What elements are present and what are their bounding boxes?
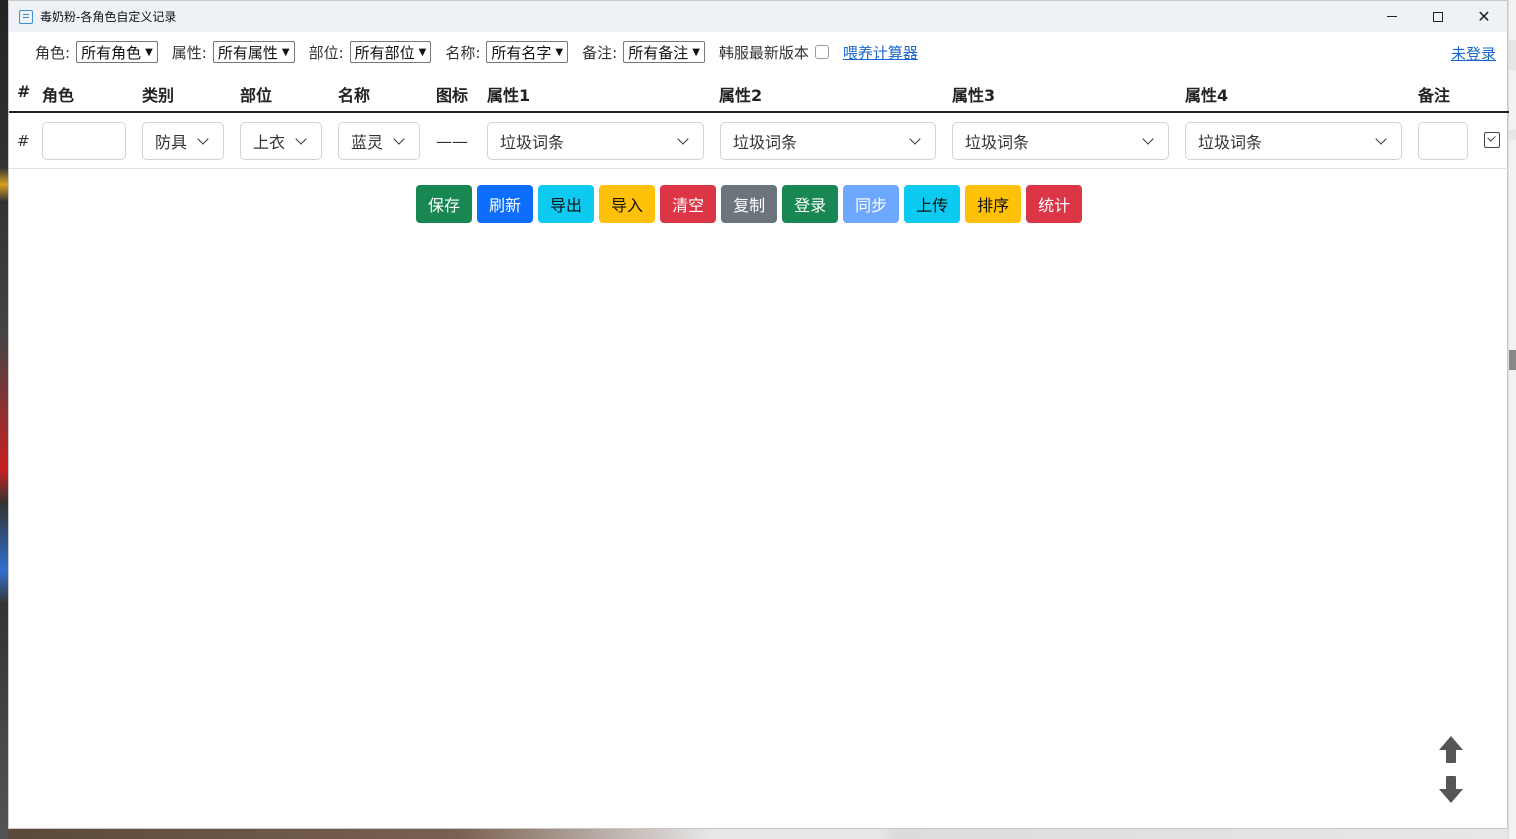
close-icon: ✕ (1477, 6, 1491, 26)
row-index: # (17, 132, 30, 150)
role-filter: 角色: 所有角色 ▼ (35, 41, 158, 63)
attr4-value: 垃圾词条 (1198, 133, 1263, 152)
sort-button[interactable]: 排序 (965, 185, 1022, 223)
notepad-icon (19, 9, 33, 24)
upload-button[interactable]: 上传 (904, 185, 961, 223)
header-attr3: 属性3 (952, 86, 996, 105)
chevron-down-icon: ▼ (692, 46, 700, 58)
action-buttons: 保存 刷新 导出 导入 清空 复制 登录 同步 上传 排序 统计 (416, 185, 1083, 223)
chevron-down-icon (909, 133, 921, 145)
login-button[interactable]: 登录 (782, 185, 839, 223)
icon-placeholder: —— (436, 132, 468, 151)
chevron-down-icon (295, 133, 307, 145)
row-save-icon[interactable] (1484, 132, 1500, 148)
kr-version-label: 韩服最新版本 (718, 43, 809, 62)
title-bar[interactable]: 毒奶粉-各角色自定义记录 ✕ (9, 1, 1507, 32)
table-header: # 角色 类别 部位 名称 图标 属性1 属性2 属性3 属性4 备注 (9, 72, 1509, 113)
name-select[interactable]: 蓝灵 (338, 122, 420, 160)
feed-calculator-link[interactable]: 喂养计算器 (843, 42, 918, 63)
category-value: 防具 (155, 133, 188, 152)
chevron-down-icon: ▼ (281, 46, 290, 58)
part-value: 上衣 (253, 133, 286, 152)
clear-button[interactable]: 清空 (660, 185, 717, 223)
chevron-down-icon (1375, 133, 1387, 145)
note-filter: 备注: 所有备注 ▼ (582, 41, 705, 63)
chevron-down-icon: ▼ (555, 46, 564, 58)
header-attr1: 属性1 (487, 86, 531, 105)
sync-button[interactable]: 同步 (843, 185, 900, 223)
scroll-bottom-arrow-icon[interactable] (1439, 774, 1463, 804)
table-row: # 防具 上衣 蓝灵 —— 垃圾词条 垃圾词条 垃圾词条 垃圾词条 (9, 114, 1509, 169)
note-filter-select[interactable]: 所有备注 ▼ (623, 41, 705, 63)
minimize-icon (1387, 16, 1397, 17)
name-filter-label: 名称: (445, 43, 481, 62)
attr1-select[interactable]: 垃圾词条 (487, 122, 704, 160)
attr1-value: 垃圾词条 (500, 133, 565, 152)
filter-bar: 角色: 所有角色 ▼ 属性: 所有属性 ▼ 部位: 所有部位 ▼ 名称: 所有名… (9, 32, 1507, 72)
header-icon: 图标 (436, 86, 469, 105)
role-filter-select[interactable]: 所有角色 ▼ (76, 41, 158, 63)
attr2-select[interactable]: 垃圾词条 (720, 122, 936, 160)
header-attr4: 属性4 (1185, 86, 1229, 105)
chevron-down-icon (1142, 133, 1154, 145)
refresh-button[interactable]: 刷新 (477, 185, 534, 223)
kr-version-checkbox[interactable] (814, 45, 829, 59)
save-button[interactable]: 保存 (416, 185, 473, 223)
note-input[interactable] (1418, 122, 1468, 160)
desktop-bottom-edge (8, 829, 1508, 839)
part-filter: 部位: 所有部位 ▼ (309, 41, 432, 63)
header-role: 角色 (42, 86, 75, 105)
part-filter-select[interactable]: 所有部位 ▼ (349, 41, 432, 63)
attr-filter-label: 属性: (171, 43, 207, 62)
role-filter-value: 所有角色 (81, 43, 142, 62)
header-index: # (17, 82, 31, 101)
header-attr2: 属性2 (719, 86, 763, 105)
copy-button[interactable]: 复制 (721, 185, 778, 223)
attr4-select[interactable]: 垃圾词条 (1185, 122, 1402, 160)
chevron-down-icon (677, 133, 689, 145)
window-title: 毒奶粉-各角色自定义记录 (40, 10, 177, 24)
app-window: 毒奶粉-各角色自定义记录 ✕ 角色: 所有角色 ▼ 属性: 所有属性 ▼ 部位:… (8, 0, 1509, 829)
import-button[interactable]: 导入 (599, 185, 656, 223)
minimize-button[interactable] (1369, 1, 1415, 32)
attr2-value: 垃圾词条 (733, 133, 798, 152)
chevron-down-icon (197, 133, 209, 145)
part-filter-value: 所有部位 (354, 43, 415, 62)
attr3-value: 垃圾词条 (965, 133, 1030, 152)
name-filter-value: 所有名字 (491, 43, 552, 62)
attr3-select[interactable]: 垃圾词条 (952, 122, 1169, 160)
header-note: 备注 (1418, 86, 1451, 105)
note-filter-value: 所有备注 (628, 43, 689, 62)
desktop-left-edge (0, 0, 8, 839)
export-button[interactable]: 导出 (538, 185, 595, 223)
kr-version-toggle: 韩服最新版本 (719, 42, 829, 63)
scroll-top-arrow-icon[interactable] (1439, 736, 1463, 766)
chevron-down-icon: ▼ (145, 46, 153, 58)
chevron-down-icon: ▼ (418, 46, 427, 58)
name-value: 蓝灵 (351, 133, 384, 152)
close-button[interactable]: ✕ (1461, 1, 1507, 32)
attr-filter-select[interactable]: 所有属性 ▼ (212, 41, 295, 63)
name-filter: 名称: 所有名字 ▼ (445, 41, 569, 63)
category-select[interactable]: 防具 (142, 122, 224, 160)
desktop-right-edge (1508, 0, 1516, 839)
part-filter-label: 部位: (308, 43, 344, 62)
note-filter-label: 备注: (582, 43, 618, 62)
name-filter-select[interactable]: 所有名字 ▼ (486, 41, 569, 63)
header-part: 部位 (240, 86, 273, 105)
scroll-arrows (1439, 736, 1463, 812)
attr-filter: 属性: 所有属性 ▼ (172, 41, 295, 63)
maximize-button[interactable] (1415, 1, 1461, 32)
chevron-down-icon (393, 133, 405, 145)
window-controls: ✕ (1369, 1, 1507, 32)
login-status-link[interactable]: 未登录 (1451, 43, 1496, 64)
part-select[interactable]: 上衣 (240, 122, 322, 160)
header-category: 类别 (142, 86, 175, 105)
stats-button[interactable]: 统计 (1026, 185, 1083, 223)
maximize-icon (1433, 11, 1443, 22)
role-input[interactable] (42, 122, 126, 160)
role-filter-label: 角色: (35, 43, 71, 62)
attr-filter-value: 所有属性 (217, 43, 278, 62)
header-name: 名称 (338, 86, 371, 105)
